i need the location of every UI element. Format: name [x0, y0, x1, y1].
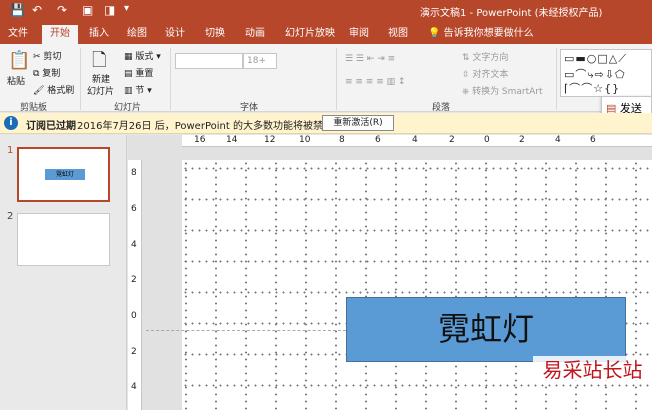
tell-me-search[interactable]: 💡 告诉我你想要做什么: [428, 25, 534, 43]
ruler-label: 4: [131, 240, 137, 250]
slide-thumbnail-pane: 1 霓虹灯 2: [0, 135, 127, 410]
vertical-ruler: 8 6 4 2 0 2 4: [128, 160, 142, 410]
smartart-label: 转换为 SmartArt: [472, 87, 543, 97]
info-message: 2016年7月26日 后，PowerPoint 的大多数功能将被禁用。: [77, 121, 343, 132]
ruler-label: 16: [194, 135, 206, 145]
ruler-label: 6: [590, 135, 596, 145]
ruler-label: 8: [131, 168, 137, 178]
customize-chevron-icon[interactable]: ▾: [124, 3, 129, 14]
ruler-label: 2: [519, 135, 525, 145]
thumbnail-shape: 霓虹灯: [45, 169, 85, 180]
tab-view[interactable]: 视图: [383, 25, 413, 44]
group-label-slides: 幻灯片: [114, 103, 142, 113]
info-icon: i: [4, 116, 18, 130]
undo-icon[interactable]: ↶: [32, 3, 42, 17]
divider: [556, 48, 557, 110]
ruler-label: 8: [339, 135, 345, 145]
align-text-button[interactable]: ⇳ 对齐文本: [462, 67, 508, 80]
save-icon[interactable]: 💾: [10, 3, 25, 17]
paste-button[interactable]: 粘贴: [7, 74, 25, 87]
divider: [80, 48, 81, 110]
thumbnail-number: 2: [7, 211, 14, 222]
window-layout-icon[interactable]: ◨: [104, 3, 115, 17]
ruler-label: 14: [226, 135, 238, 145]
paste-icon[interactable]: 📋: [8, 50, 30, 71]
ribbon-home: 📋 粘贴 ✂ 剪切 ⧉ 复制 🖌 格式刷 剪贴板 🗋 新建 幻灯片 ▦ 版式 ▾…: [0, 44, 652, 130]
layout-label: 版式: [135, 52, 154, 62]
site-watermark: 易采站长站: [533, 356, 652, 384]
ruler-label: 4: [412, 135, 418, 145]
slide-thumbnail-1[interactable]: 霓虹灯: [17, 147, 110, 202]
group-label-paragraph: 段落: [432, 103, 451, 113]
ruler-label: 0: [484, 135, 490, 145]
ruler-label: 4: [555, 135, 561, 145]
section-label: 节: [135, 86, 145, 96]
ruler-label: 10: [299, 135, 311, 145]
ruler-label: 0: [131, 311, 137, 321]
group-label-clipboard: 剪贴板: [20, 103, 48, 113]
tab-design[interactable]: 设计: [160, 25, 190, 44]
thumbnail-number: 1: [7, 145, 14, 156]
reset-label: 重置: [135, 69, 154, 79]
subscription-info-bar: i 订阅已过期 2016年7月26日 后，PowerPoint 的大多数功能将被…: [0, 113, 652, 134]
format-painter-label: 格式刷: [47, 86, 75, 96]
tab-transitions[interactable]: 切换: [200, 25, 230, 44]
reactivate-button[interactable]: 重新激活(R): [322, 115, 394, 131]
ribbon-tabs: 文件 开始 插入 绘图 设计 切换 动画 幻灯片放映 审阅 视图 💡 告诉我你想…: [0, 22, 652, 44]
redo-icon[interactable]: ↷: [57, 3, 67, 17]
cut-button[interactable]: ✂ 剪切: [33, 49, 61, 62]
ruler-label: 2: [449, 135, 455, 145]
copy-button[interactable]: ⧉ 复制: [33, 66, 60, 79]
text-direction-button[interactable]: ⇅ 文字方向: [462, 50, 508, 63]
divider: [170, 48, 171, 110]
align-text-label: 对齐文本: [472, 70, 509, 80]
group-label-font: 字体: [240, 103, 259, 113]
tab-review[interactable]: 审阅: [344, 25, 374, 44]
tell-me-text: 告诉我你想要做什么: [443, 28, 534, 39]
smartart-button[interactable]: ⎈ 转换为 SmartArt: [462, 84, 543, 97]
window-title: 演示文稿1 - PowerPoint (未经授权产品): [420, 8, 603, 19]
font-size-value: 18+: [247, 56, 266, 66]
bullets-icon[interactable]: ☰ ☰ ⇤ ⇥ ≡: [345, 54, 395, 64]
font-size-box[interactable]: 18+: [243, 53, 277, 69]
neon-text-box[interactable]: 霓虹灯: [346, 297, 626, 362]
info-title: 订阅已过期: [26, 121, 76, 132]
reset-button[interactable]: ▤ 重置: [124, 66, 153, 79]
section-button[interactable]: ▥ 节 ▾: [124, 83, 152, 96]
shapes-row-icon[interactable]: ⌈⌒⌒☆{}: [564, 80, 620, 96]
ruler-label: 6: [131, 204, 137, 214]
tab-animations[interactable]: 动画: [240, 25, 270, 44]
new-slide-label[interactable]: 幻灯片: [87, 84, 114, 97]
text-direction-label: 文字方向: [472, 53, 509, 63]
start-from-beginning-icon[interactable]: ▣: [82, 3, 93, 17]
shapes-row-icon[interactable]: ▭▬○□△⟋: [564, 52, 627, 66]
format-painter-button[interactable]: 🖌 格式刷: [33, 83, 74, 96]
font-name-box[interactable]: [175, 53, 243, 69]
layout-button[interactable]: ▦ 版式 ▾: [124, 49, 161, 62]
align-icons[interactable]: ≡ ≡ ≡ ≡ ▥ ↕: [345, 77, 406, 87]
title-bar: 💾 ↶ ↷ ▣ ◨ ▾ 演示文稿1 - PowerPoint (未经授权产品): [0, 0, 652, 22]
divider: [336, 48, 337, 110]
tab-insert[interactable]: 插入: [84, 25, 114, 44]
horizontal-ruler: 16 14 12 10 8 6 4 2 0 2 4 6: [182, 135, 652, 147]
ruler-label: 4: [131, 382, 137, 392]
ruler-label: 2: [131, 275, 137, 285]
tab-draw[interactable]: 绘图: [122, 25, 152, 44]
shapes-gallery[interactable]: ▭▬○□△⟋ ▭⌒⤷⇨⇩⬠ ⌈⌒⌒☆{}: [560, 49, 652, 97]
tab-file[interactable]: 文件: [4, 25, 32, 44]
guide-line: [146, 330, 346, 331]
copy-label: 复制: [42, 69, 61, 79]
slide-thumbnail-2[interactable]: [17, 213, 110, 266]
cut-label: 剪切: [43, 52, 62, 62]
ruler-label: 2: [131, 347, 137, 357]
tab-home[interactable]: 开始: [42, 25, 78, 44]
tab-slideshow[interactable]: 幻灯片放映: [280, 25, 340, 44]
ruler-label: 6: [375, 135, 381, 145]
ruler-label: 12: [264, 135, 276, 145]
